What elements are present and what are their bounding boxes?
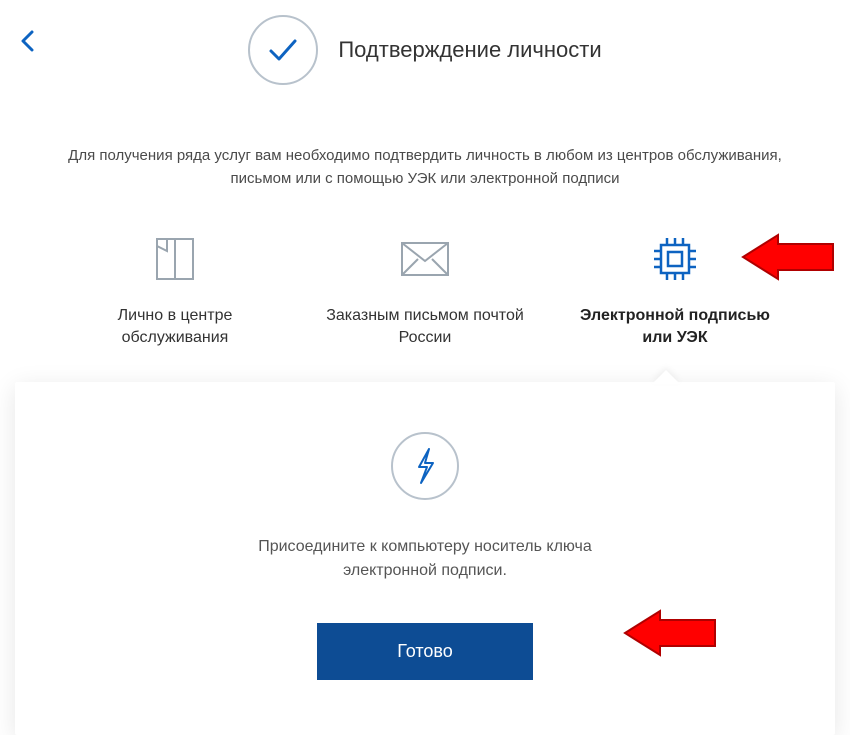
page-title: Подтверждение личности — [338, 37, 601, 63]
document-icon — [155, 235, 195, 283]
panel-instruction: Присоедините к компьютеру носитель ключа… — [225, 535, 625, 583]
option-by-mail-label: Заказным письмом почтой России — [325, 305, 525, 350]
ready-button[interactable]: Готово — [317, 623, 533, 680]
envelope-icon — [400, 235, 450, 283]
annotation-arrow-icon — [620, 608, 720, 663]
annotation-arrow-icon — [738, 232, 838, 287]
option-in-person[interactable]: Лично в центре обслуживания — [75, 235, 275, 350]
lightning-icon — [391, 432, 459, 500]
checkmark-icon — [248, 15, 318, 85]
page-description: Для получения ряда услуг вам необходимо … — [60, 145, 790, 190]
back-button[interactable] — [20, 30, 34, 57]
option-by-mail[interactable]: Заказным письмом почтой России — [325, 235, 525, 350]
option-in-person-label: Лично в центре обслуживания — [75, 305, 275, 350]
content-panel: Присоедините к компьютеру носитель ключа… — [15, 382, 835, 735]
chip-icon — [651, 235, 699, 283]
option-electronic-signature-label: Электронной подписью или УЭК — [575, 305, 775, 350]
